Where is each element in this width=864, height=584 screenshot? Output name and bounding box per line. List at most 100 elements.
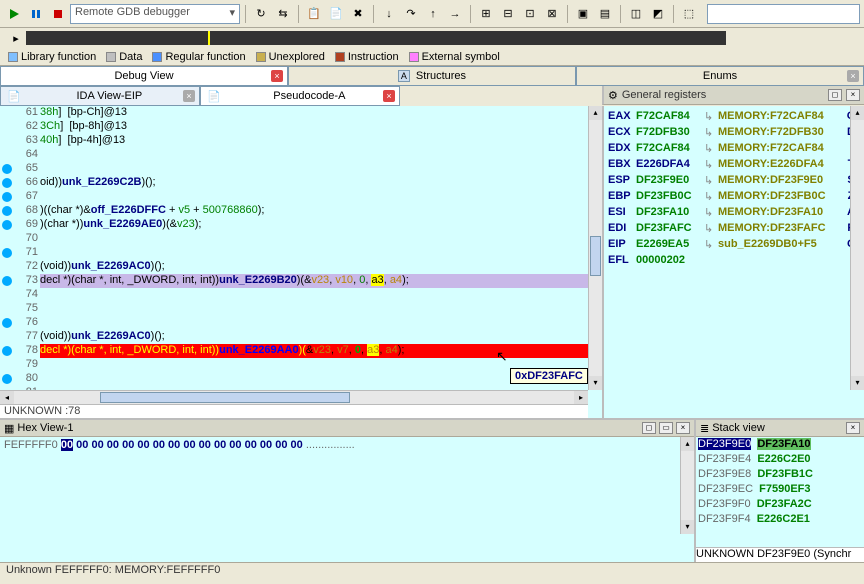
- refresh-icon[interactable]: ↻: [251, 4, 271, 24]
- restore-icon[interactable]: ◻: [642, 422, 656, 434]
- code-line[interactable]: 67: [0, 190, 588, 204]
- step-out-icon[interactable]: ↑: [423, 4, 443, 24]
- close-icon[interactable]: ×: [383, 90, 395, 102]
- code-line[interactable]: 77(void))unk_E2269AC0)();: [0, 330, 588, 344]
- top-tabstrip: Debug View× AStructures Enums×: [0, 66, 864, 86]
- code-line[interactable]: 79: [0, 358, 588, 372]
- t5-icon[interactable]: ▣: [573, 4, 593, 24]
- nav-bar: ▸: [0, 28, 864, 48]
- registers-pane: EAXF72CAF84↳MEMORY:F72CAF84ECXF72DFB30↳M…: [602, 106, 864, 418]
- registers-list[interactable]: EAXF72CAF84↳MEMORY:F72CAF84ECXF72DFB30↳M…: [604, 106, 864, 418]
- nav-progress[interactable]: [26, 31, 726, 45]
- doc-icon: 📄: [207, 90, 221, 103]
- stack-row[interactable]: DF23F9EC F7590EF3: [698, 483, 862, 498]
- close-icon[interactable]: ×: [847, 70, 859, 82]
- register-row[interactable]: ECXF72DFB30↳MEMORY:F72DFB30: [608, 124, 864, 140]
- register-row[interactable]: EIPE2269EA5↳sub_E2269DB0+F5: [608, 236, 864, 252]
- command-input[interactable]: [707, 4, 860, 24]
- main-toolbar: Remote GDB debugger▾ ↻ ⇆ 📋 📄 ✖ ↓ ↷ ↑ → ⊞…: [0, 0, 864, 28]
- code-line[interactable]: 66oid))unk_E2269C2B)();: [0, 176, 588, 190]
- t6-icon[interactable]: ▤: [595, 4, 615, 24]
- legend-instruction: Instruction: [335, 51, 399, 63]
- step-into-icon[interactable]: ↓: [379, 4, 399, 24]
- tool2-icon[interactable]: 📄: [326, 4, 346, 24]
- t2-icon[interactable]: ⊟: [498, 4, 518, 24]
- code-line[interactable]: 80: [0, 372, 588, 386]
- code-line[interactable]: 6340h] [bp-4h]@13: [0, 134, 588, 148]
- register-row[interactable]: EBXE226DFA4↳MEMORY:E226DFA4: [608, 156, 864, 172]
- stack-row[interactable]: DF23F9F4 E226C2E1: [698, 513, 862, 528]
- restore-icon[interactable]: ◻: [828, 89, 842, 101]
- stack-row[interactable]: DF23F9E8 DF23FB1C: [698, 468, 862, 483]
- hex-body[interactable]: FEFFFFF0 00 00 00 00 00 00 00 00 00 00 0…: [0, 437, 694, 562]
- t9-icon[interactable]: ⬚: [679, 4, 699, 24]
- t4-icon[interactable]: ⊠: [542, 4, 562, 24]
- stack-row[interactable]: DF23F9E0 DF23FA10: [698, 438, 862, 453]
- run-icon[interactable]: [4, 4, 24, 24]
- code-line[interactable]: 71: [0, 246, 588, 260]
- code-line[interactable]: 6138h] [bp-Ch]@13: [0, 106, 588, 120]
- legend-external: External symbol: [409, 51, 500, 63]
- register-row[interactable]: EDIDF23FAFC↳MEMORY:DF23FAFC: [608, 220, 864, 236]
- step-over-icon[interactable]: ↷: [401, 4, 421, 24]
- register-row[interactable]: EBPDF23FB0C↳MEMORY:DF23FB0C: [608, 188, 864, 204]
- vertical-scrollbar[interactable]: ▴ ▾: [850, 106, 864, 390]
- vertical-scrollbar[interactable]: ▴ ▾: [588, 106, 602, 390]
- tab-debug-view[interactable]: Debug View×: [0, 66, 288, 85]
- pause-icon[interactable]: [26, 4, 46, 24]
- legend-regular: Regular function: [152, 51, 245, 63]
- register-row[interactable]: EAXF72CAF84↳MEMORY:F72CAF84: [608, 108, 864, 124]
- code-line[interactable]: 74: [0, 288, 588, 302]
- t1-icon[interactable]: ⊞: [476, 4, 496, 24]
- t7-icon[interactable]: ◫: [626, 4, 646, 24]
- debugger-select[interactable]: Remote GDB debugger▾: [70, 4, 240, 24]
- nav-arrow-icon[interactable]: ▸: [6, 28, 26, 48]
- pseudocode-view[interactable]: 6138h] [bp-Ch]@13623Ch] [bp-8h]@136340h]…: [0, 106, 602, 418]
- stop-icon[interactable]: [48, 4, 68, 24]
- legend-unexplored: Unexplored: [256, 51, 325, 63]
- tab-enums[interactable]: Enums×: [576, 66, 864, 85]
- register-row[interactable]: ESPDF23F9E0↳MEMORY:DF23F9E0: [608, 172, 864, 188]
- code-line[interactable]: 75: [0, 302, 588, 316]
- close-icon[interactable]: ×: [846, 89, 860, 101]
- minimize-icon[interactable]: ▭: [659, 422, 673, 434]
- breakpoint-del-icon[interactable]: ✖: [348, 4, 368, 24]
- code-line[interactable]: 623Ch] [bp-8h]@13: [0, 120, 588, 134]
- code-line[interactable]: 72(void))unk_E2269AC0)();: [0, 260, 588, 274]
- run-to-icon[interactable]: →: [445, 4, 465, 24]
- code-line[interactable]: 65: [0, 162, 588, 176]
- register-row[interactable]: ESIDF23FA10↳MEMORY:DF23FA10: [608, 204, 864, 220]
- color-legend: Library function Data Regular function U…: [0, 48, 864, 66]
- tab-structures[interactable]: AStructures: [288, 66, 576, 85]
- t3-icon[interactable]: ⊡: [520, 4, 540, 24]
- sync-icon[interactable]: ⇆: [273, 4, 293, 24]
- close-icon[interactable]: ×: [846, 422, 860, 434]
- tab-pseudocode[interactable]: 📄 Pseudocode-A ×: [200, 86, 400, 106]
- register-row[interactable]: EFL00000202: [608, 252, 864, 268]
- legend-data: Data: [106, 51, 142, 63]
- code-line[interactable]: 64: [0, 148, 588, 162]
- vertical-scrollbar[interactable]: ▴▾: [680, 437, 694, 534]
- hex-icon: ▦: [4, 422, 14, 435]
- code-line[interactable]: 76: [0, 316, 588, 330]
- horizontal-scrollbar[interactable]: ◂ ▸: [0, 390, 588, 404]
- value-tooltip: 0xDF23FAFC: [510, 368, 588, 384]
- stack-header: ≣ Stack view ×: [696, 420, 864, 437]
- register-row[interactable]: EDXF72CAF84↳MEMORY:F72CAF84: [608, 140, 864, 156]
- close-icon[interactable]: ×: [271, 70, 283, 82]
- code-line[interactable]: 68)((char *)&off_E226DFFC + v5 + 5007688…: [0, 204, 588, 218]
- stack-row[interactable]: DF23F9F0 DF23FA2C: [698, 498, 862, 513]
- legend-library: Library function: [8, 51, 96, 63]
- stack-body[interactable]: DF23F9E0 DF23FA10DF23F9E4 E226C2E0DF23F9…: [696, 437, 864, 547]
- code-status: UNKNOWN :78: [0, 404, 588, 418]
- code-line[interactable]: 78decl *)(char *, int, _DWORD, int, int)…: [0, 344, 588, 358]
- t8-icon[interactable]: ◩: [648, 4, 668, 24]
- code-line[interactable]: 70: [0, 232, 588, 246]
- tab-ida-view[interactable]: 📄 IDA View-EIP ×: [0, 86, 200, 106]
- stack-row[interactable]: DF23F9E4 E226C2E0: [698, 453, 862, 468]
- close-icon[interactable]: ×: [183, 90, 195, 102]
- close-icon[interactable]: ×: [676, 422, 690, 434]
- code-line[interactable]: 73decl *)(char *, int, _DWORD, int, int)…: [0, 274, 588, 288]
- code-line[interactable]: 69)(char *))unk_E2269AE0)(&v23);: [0, 218, 588, 232]
- tool-icon[interactable]: 📋: [304, 4, 324, 24]
